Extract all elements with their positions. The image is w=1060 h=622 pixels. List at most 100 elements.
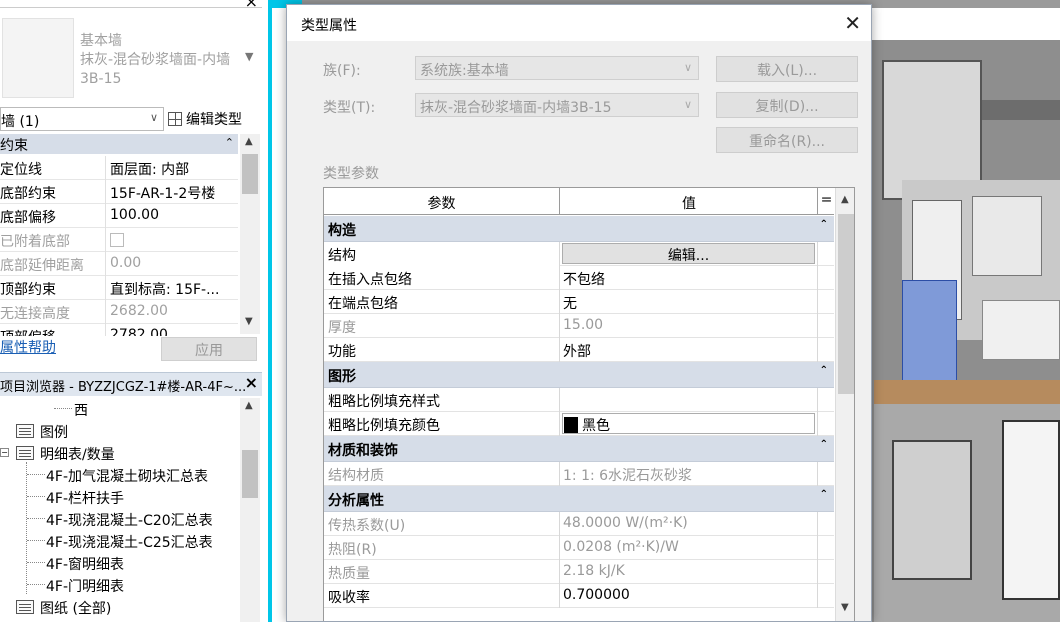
- type-dropdown[interactable]: 抹灰-混合砂浆墙面-内墙3B-15 ∨: [415, 93, 699, 117]
- grid-scrollbar[interactable]: ▲ ▼: [835, 188, 854, 621]
- tree-item[interactable]: 4F-门明细表: [0, 574, 240, 596]
- collapse-icon[interactable]: ⌃: [820, 489, 828, 500]
- tree-item-label: 明细表/数量: [40, 447, 115, 463]
- parameter-row[interactable]: 功能 外部: [324, 338, 834, 362]
- grid-header: 参数 值 =: [324, 188, 834, 215]
- group-header-construction[interactable]: 构造 ⌃: [324, 216, 834, 242]
- property-row: 已附着底部: [0, 228, 238, 252]
- property-row[interactable]: 顶部约束 直到标高: 15F-...: [0, 276, 238, 300]
- scrollbar-thumb[interactable]: [242, 450, 258, 498]
- collapse-icon[interactable]: ⌃: [820, 219, 828, 230]
- parameter-row[interactable]: 结构 编辑...: [324, 242, 834, 266]
- close-icon[interactable]: ×: [245, 373, 258, 392]
- scroll-down-icon[interactable]: ▼: [245, 316, 253, 327]
- close-icon[interactable]: ×: [245, 0, 258, 11]
- property-value[interactable]: 直到标高: 15F-...: [105, 276, 238, 300]
- property-name: 无连接高度: [0, 306, 70, 322]
- parameter-row[interactable]: 粗略比例填充颜色 黑色: [324, 412, 834, 436]
- property-row[interactable]: 顶部偏移 2782.00: [0, 324, 238, 336]
- group-header-analytical[interactable]: 分析属性 ⌃: [324, 486, 834, 512]
- scroll-down-icon[interactable]: ▼: [841, 602, 849, 613]
- property-value[interactable]: 100.00: [105, 204, 238, 228]
- load-button[interactable]: 载入(L)...: [716, 56, 858, 82]
- tree-item[interactable]: − 明细表/数量: [0, 442, 240, 464]
- project-browser-scrollbar[interactable]: ▲: [240, 398, 260, 622]
- parameter-value[interactable]: 0.700000: [561, 584, 818, 608]
- parameter-name: 粗略比例填充颜色: [324, 412, 560, 436]
- rename-button[interactable]: 重命名(R)...: [716, 127, 858, 153]
- property-name: 底部延伸距离: [0, 258, 84, 274]
- parameter-value[interactable]: 无: [561, 290, 818, 314]
- tree-item[interactable]: 西: [0, 398, 240, 420]
- properties-scrollbar[interactable]: ▲ ▼: [240, 134, 260, 334]
- parameter-value: 0.0208 (m²·K)/W: [561, 536, 818, 560]
- fill-color-button[interactable]: 黑色: [562, 413, 815, 434]
- tree-item[interactable]: 4F-栏杆扶手: [0, 486, 240, 508]
- chevron-down-icon[interactable]: ▼: [245, 50, 253, 63]
- property-value[interactable]: 面层面: 内部: [105, 156, 238, 180]
- collapse-icon[interactable]: ⌃: [225, 136, 234, 149]
- group-header-materials[interactable]: 材质和装饰 ⌃: [324, 436, 834, 462]
- group-header-graphics[interactable]: 图形 ⌃: [324, 362, 834, 388]
- tree-connector: [27, 584, 45, 585]
- scroll-up-icon[interactable]: ▲: [245, 136, 253, 147]
- property-row[interactable]: 底部约束 15F-AR-1-2号楼: [0, 180, 238, 204]
- collapse-icon[interactable]: ⌃: [820, 365, 828, 376]
- parameter-value: 2.18 kJ/K: [561, 560, 818, 584]
- group-header-label: 图形: [328, 369, 356, 385]
- project-browser-tree: 西 图例 − 明细表/数量 4F-加气混凝土砌块汇总表 4F-栏杆扶手 4F-现…: [0, 398, 240, 622]
- edit-type-button[interactable]: 编辑类型: [168, 107, 242, 131]
- instance-filter-dropdown[interactable]: 墙 (1) ∨: [0, 107, 164, 131]
- scrollbar-thumb[interactable]: [242, 154, 258, 194]
- close-icon[interactable]: ✕: [844, 11, 861, 35]
- scrollbar-thumb[interactable]: [838, 214, 854, 394]
- group-header-label: 构造: [328, 223, 356, 239]
- tree-item[interactable]: 4F-现浇混凝土-C25汇总表: [0, 530, 240, 552]
- building-wall: [972, 196, 1042, 276]
- property-value: 0.00: [105, 252, 238, 276]
- column-header-value[interactable]: 值: [561, 188, 818, 215]
- collapse-icon[interactable]: −: [0, 448, 9, 457]
- parameter-name: 吸收率: [324, 584, 560, 608]
- duplicate-button[interactable]: 复制(D)...: [716, 92, 858, 118]
- column-header-formula[interactable]: =: [819, 188, 834, 215]
- tree-connector: [27, 474, 45, 475]
- family-dropdown[interactable]: 系统族:基本墙 ∨: [415, 56, 699, 80]
- type-parameters-label: 类型参数: [323, 166, 379, 182]
- property-value[interactable]: 2782.00: [105, 324, 238, 336]
- apply-button[interactable]: 应用: [161, 337, 257, 361]
- parameter-row[interactable]: 在端点包络 无: [324, 290, 834, 314]
- property-value: [105, 228, 238, 252]
- group-header-constraints[interactable]: 约束 ⌃: [0, 134, 238, 154]
- parameter-row[interactable]: 在插入点包络 不包络: [324, 266, 834, 290]
- tree-item[interactable]: 4F-加气混凝土砌块汇总表: [0, 464, 240, 486]
- building-balcony-railing: [1002, 420, 1060, 600]
- property-name: 已附着底部: [0, 234, 70, 250]
- property-value[interactable]: 15F-AR-1-2号楼: [105, 180, 238, 204]
- parameter-value[interactable]: [561, 388, 818, 412]
- tree-item[interactable]: 4F-现浇混凝土-C20汇总表: [0, 508, 240, 530]
- attached-base-checkbox[interactable]: [110, 233, 124, 247]
- scroll-up-icon[interactable]: ▲: [841, 194, 849, 205]
- parameter-row[interactable]: 粗略比例填充样式: [324, 388, 834, 412]
- parameter-name: 在端点包络: [324, 290, 560, 314]
- tree-connector: [27, 562, 45, 563]
- parameter-value: 1: 1: 6水泥石灰砂浆: [561, 462, 818, 486]
- parameter-value[interactable]: 不包络: [561, 266, 818, 290]
- group-header-label: 约束: [0, 138, 28, 154]
- tree-item[interactable]: 4F-窗明细表: [0, 552, 240, 574]
- parameter-value[interactable]: 外部: [561, 338, 818, 362]
- column-header-parameter[interactable]: 参数: [324, 188, 560, 215]
- edit-structure-button[interactable]: 编辑...: [562, 243, 815, 264]
- scroll-up-icon[interactable]: ▲: [245, 400, 253, 411]
- type-selector[interactable]: 基本墙 抹灰-混合砂浆墙面-内墙 3B-15: [80, 32, 230, 89]
- properties-help-link[interactable]: 属性帮助: [0, 337, 56, 357]
- parameter-row[interactable]: 吸收率 0.700000: [324, 584, 834, 608]
- property-row[interactable]: 定位线 面层面: 内部: [0, 156, 238, 180]
- tree-item[interactable]: 图纸 (全部): [0, 596, 240, 618]
- instance-filter-value: 墙 (1): [1, 114, 40, 130]
- building-balcony: [892, 440, 972, 580]
- collapse-icon[interactable]: ⌃: [820, 439, 828, 450]
- property-row[interactable]: 底部偏移 100.00: [0, 204, 238, 228]
- tree-item[interactable]: 图例: [0, 420, 240, 442]
